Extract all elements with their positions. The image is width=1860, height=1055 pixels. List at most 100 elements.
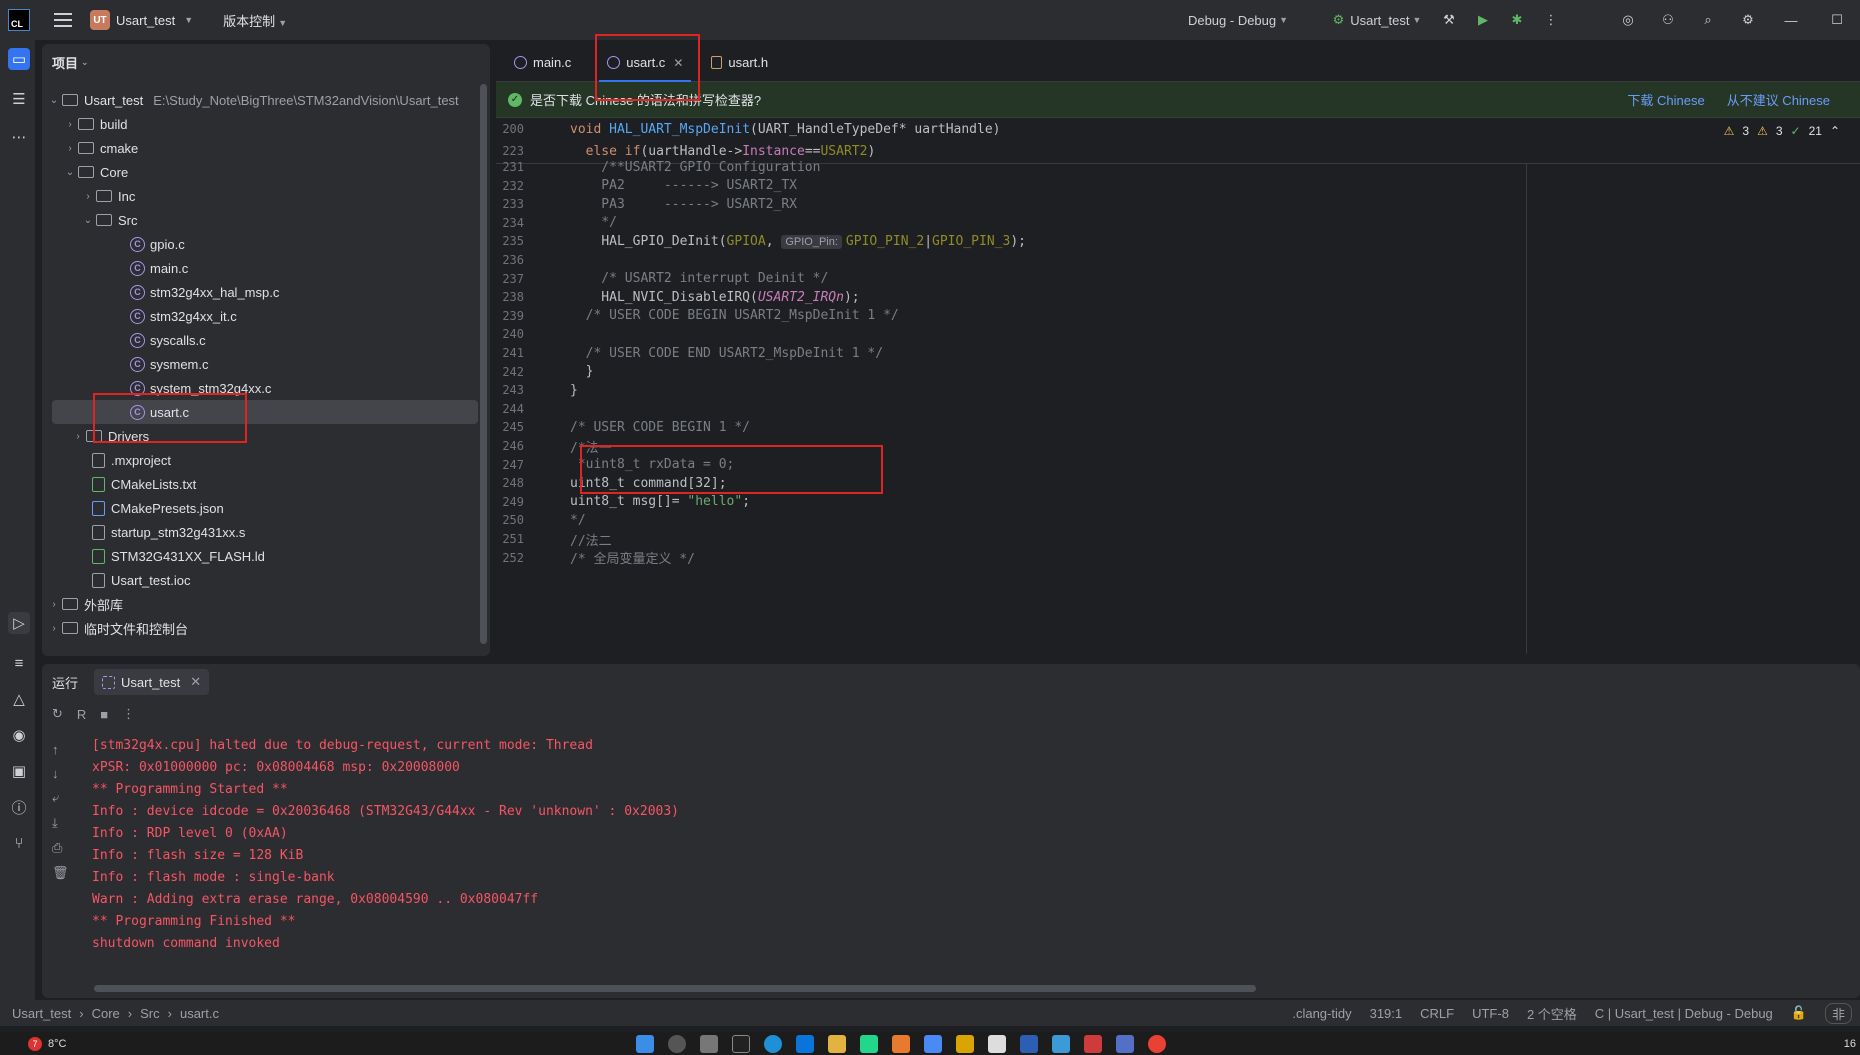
app-icon[interactable] (1084, 1034, 1103, 1053)
file-encoding[interactable]: UTF-8 (1472, 1006, 1509, 1021)
app-icon[interactable] (1116, 1034, 1135, 1053)
chevron-up-icon[interactable]: ⌃ (1830, 124, 1840, 138)
stop-icon[interactable]: ■ (100, 707, 108, 722)
resolve-context[interactable]: C | Usart_test | Debug - Debug (1595, 1006, 1773, 1021)
tab-usart-h[interactable]: usart.h (697, 44, 782, 82)
tree-item-external-libs[interactable]: › 外部库 (46, 592, 123, 616)
target-selector[interactable]: ⚙ Usart_test ▼ (1322, 0, 1432, 40)
ai-assistant-icon[interactable]: ◎ (1608, 0, 1648, 40)
tree-item-ioc[interactable]: Usart_test.ioc (92, 568, 190, 592)
tree-item-cmake[interactable]: › cmake (62, 136, 138, 160)
tree-item-startup-s[interactable]: startup_stm32g431xx.s (92, 520, 245, 544)
rerun-failed-icon[interactable]: R (77, 707, 86, 722)
add-user-icon[interactable]: ⚇ (1648, 0, 1688, 40)
breadcrumb-item[interactable]: usart.c (180, 1006, 219, 1021)
tree-item-inc[interactable]: › Inc (80, 184, 135, 208)
tree-item-sysmem-c[interactable]: Csysmem.c (130, 352, 209, 376)
indent-setting[interactable]: 2 个空格 (1527, 1004, 1577, 1023)
trash-icon[interactable]: 🗑 (52, 865, 69, 881)
vcs-menu[interactable]: 版本控制 ▼ (223, 11, 287, 30)
soft-wrap-icon[interactable]: ⤶ (52, 790, 69, 806)
minimize-icon[interactable]: — (1768, 0, 1814, 40)
print-icon[interactable]: ⎙ (52, 840, 69, 856)
lock-icon[interactable]: 🔓 (1791, 1005, 1807, 1021)
help-icon[interactable]: ⓘ (8, 796, 30, 818)
tree-item-it-c[interactable]: Cstm32g4xx_it.c (130, 304, 237, 328)
tree-item-core[interactable]: ⌄ Core (62, 160, 128, 184)
run-config-selector[interactable]: Debug - Debug ▼ (1168, 0, 1308, 40)
linter-status[interactable]: .clang-tidy (1292, 1006, 1351, 1021)
code-line[interactable]: 252 /* 全局变量定义 */ (496, 547, 1860, 569)
app-icon[interactable] (892, 1034, 911, 1053)
project-panel-header[interactable]: 项目 ⌄ (42, 44, 490, 80)
cursor-position[interactable]: 319:1 (1370, 1006, 1403, 1021)
tree-item-syscalls-c[interactable]: Csyscalls.c (130, 328, 206, 352)
problems-icon[interactable]: △ (8, 688, 30, 710)
app-icon[interactable] (956, 1034, 975, 1053)
line-separator[interactable]: CRLF (1420, 1006, 1454, 1021)
settings-gear-icon[interactable]: ⚙ (1728, 0, 1768, 40)
breadcrumb-item[interactable]: Core (92, 1006, 120, 1021)
scroll-to-end-icon[interactable]: ⤓ (52, 815, 69, 831)
tree-item-src[interactable]: ⌄ Src (80, 208, 138, 232)
github-icon[interactable] (732, 1034, 751, 1053)
tree-item-main-c[interactable]: Cmain.c (130, 256, 188, 280)
tree-item-mxproject[interactable]: .mxproject (92, 448, 171, 472)
app-icon[interactable] (988, 1034, 1007, 1053)
tree-item-hal-msp-c[interactable]: Cstm32g4xx_hal_msp.c (130, 280, 279, 304)
services-icon[interactable]: ◉ (8, 724, 30, 746)
search-icon[interactable]: ⌕ (1688, 0, 1728, 40)
run-tool-icon[interactable]: ▷ (8, 612, 30, 634)
inspection-widget[interactable]: ⚠ 3 ⚠ 3 ✓ 21 ⌃ (1724, 124, 1840, 138)
more-tools-icon[interactable]: ⋯ (8, 126, 30, 148)
project-scrollbar[interactable] (480, 84, 487, 644)
arrow-down-icon[interactable]: ↓ (52, 766, 69, 781)
rerun-icon[interactable]: ↻ (52, 706, 63, 722)
mode-indicator[interactable]: 非 (1824, 1002, 1852, 1024)
clock[interactable]: 16 (1844, 1038, 1856, 1050)
edge-icon[interactable] (764, 1034, 783, 1053)
task-view-icon[interactable] (700, 1034, 719, 1053)
tab-main-c[interactable]: main.c (500, 44, 585, 82)
git-icon[interactable]: ⑂ (8, 832, 30, 854)
tree-item-gpio-c[interactable]: Cgpio.c (130, 232, 185, 256)
app-icon[interactable] (796, 1034, 815, 1053)
todo-list-icon[interactable]: ≡ (8, 652, 30, 674)
tree-root[interactable]: ⌄ Usart_test E:\Study_Note\BigThree\STM3… (46, 88, 459, 112)
arrow-up-icon[interactable]: ↑ (52, 742, 69, 757)
tree-item-build[interactable]: › build (62, 112, 127, 136)
run-icon[interactable]: ▶ (1466, 0, 1500, 40)
search-icon[interactable] (668, 1034, 687, 1053)
decline-link[interactable]: 从不建议 Chinese (1727, 90, 1830, 109)
app-icon[interactable] (924, 1034, 943, 1053)
close-icon[interactable]: ✕ (190, 674, 201, 690)
project-folder-icon[interactable]: ▭ (8, 48, 30, 70)
start-icon[interactable] (636, 1034, 655, 1053)
tree-item-flash-ld[interactable]: STM32G431XX_FLASH.ld (92, 544, 265, 568)
build-icon[interactable]: ⚒ (1432, 0, 1466, 40)
app-icon[interactable] (1020, 1034, 1039, 1053)
run-tab[interactable]: Usart_test ✕ (94, 669, 210, 695)
project-switcher[interactable]: UT Usart_test ▼ (90, 10, 193, 30)
more-icon[interactable]: ⋮ (1534, 0, 1568, 40)
maximize-icon[interactable]: ☐ (1814, 0, 1860, 40)
breadcrumb-item[interactable]: Usart_test (12, 1006, 71, 1021)
folder-icon[interactable] (828, 1034, 847, 1053)
more-icon[interactable]: ⋮ (122, 706, 135, 722)
clion-icon[interactable] (860, 1034, 879, 1053)
chrome-icon[interactable] (1148, 1034, 1167, 1053)
console-output[interactable]: [stm32g4x.cpu] halted due to debug-reque… (92, 734, 679, 954)
app-icon[interactable] (1052, 1034, 1071, 1053)
console-hscrollbar[interactable] (94, 985, 1256, 992)
breadcrumb-item[interactable]: Src (140, 1006, 160, 1021)
main-menu-icon[interactable] (54, 13, 72, 27)
sticky-line[interactable]: 200 void HAL_UART_MspDeInit(UART_HandleT… (496, 118, 1860, 140)
temperature[interactable]: 8°C (48, 1038, 66, 1050)
terminal-icon[interactable]: ▣ (8, 760, 30, 782)
debug-icon[interactable]: ✱ (1500, 0, 1534, 40)
structure-icon[interactable]: ☰ (8, 88, 30, 110)
tree-item-scratches[interactable]: › 临时文件和控制台 (46, 616, 188, 640)
download-link[interactable]: 下载 Chinese (1627, 90, 1704, 109)
tree-item-cmakepresets[interactable]: CMakePresets.json (92, 496, 224, 520)
tree-item-cmakelists[interactable]: CMakeLists.txt (92, 472, 196, 496)
